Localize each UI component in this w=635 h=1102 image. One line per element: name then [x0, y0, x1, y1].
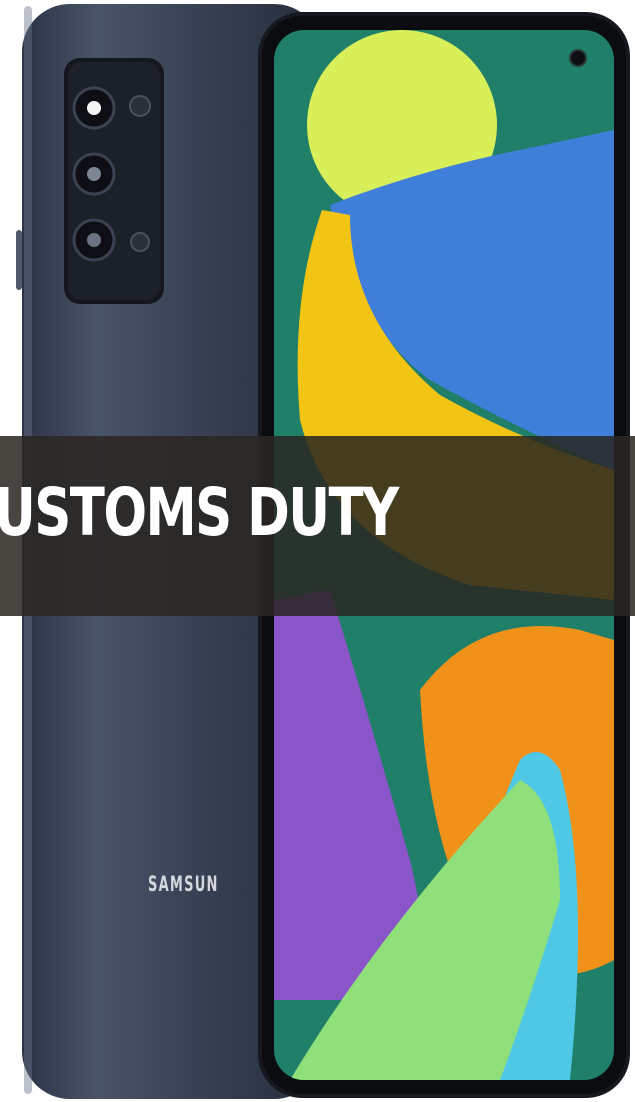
brand-logo-text: SAMSUN [148, 872, 219, 896]
camera-module [64, 58, 164, 304]
side-button [16, 230, 22, 290]
customs-duty-banner: USTOMS DUTY [0, 436, 635, 616]
front-camera-icon [569, 49, 587, 67]
sensor-icon [130, 232, 150, 252]
flash-icon [129, 95, 151, 117]
product-image: USTOMS DUTY SAMSUN [0, 0, 635, 1102]
banner-text: USTOMS DUTY [0, 474, 399, 551]
